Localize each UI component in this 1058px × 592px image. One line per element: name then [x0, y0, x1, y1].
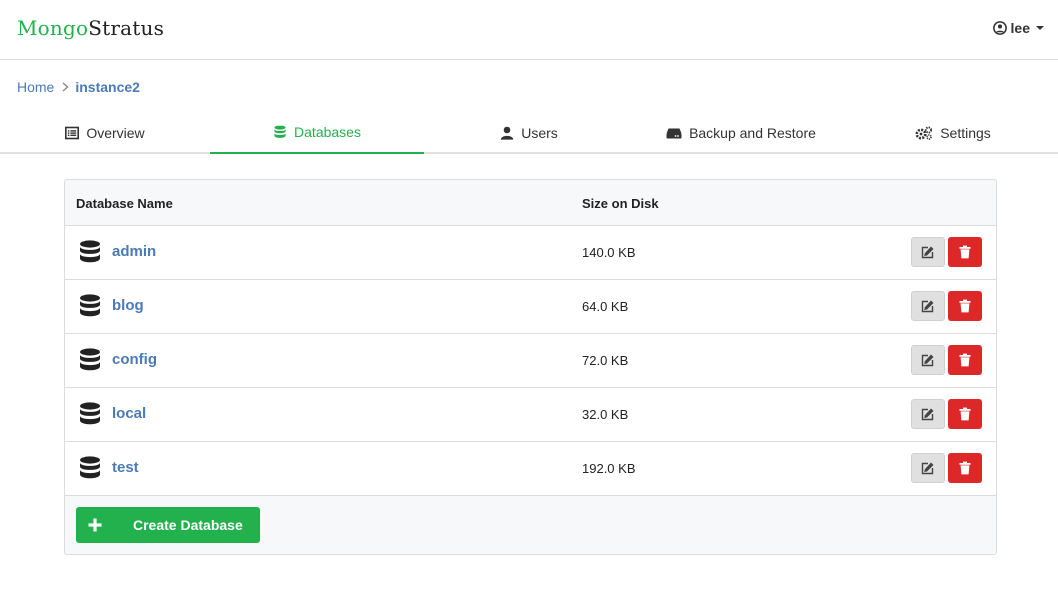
database-icon: [80, 348, 100, 371]
tab-settings-label: Settings: [940, 125, 991, 141]
database-size: 192.0 KB: [582, 461, 636, 476]
database-name-link[interactable]: admin: [112, 243, 156, 260]
chevron-down-icon: [1036, 26, 1044, 30]
create-database-label: Create Database: [133, 517, 243, 533]
user-name: lee: [1010, 20, 1030, 36]
table-row: test 192.0 KB: [65, 442, 996, 496]
gears-icon: [915, 126, 933, 140]
user-circle-icon: [992, 21, 1007, 35]
breadcrumb-current: instance2: [75, 79, 140, 95]
app-logo[interactable]: MongoStratus: [17, 16, 164, 40]
user-menu[interactable]: lee: [992, 20, 1044, 36]
delete-button[interactable]: [948, 345, 982, 375]
breadcrumb-home-link[interactable]: Home: [17, 79, 54, 95]
breadcrumb: Home instance2: [17, 79, 140, 95]
table-header: Database Name Size on Disk: [65, 180, 996, 226]
database-size: 72.0 KB: [582, 353, 629, 368]
tab-overview-label: Overview: [86, 125, 145, 141]
tab-bar: Overview Databases Users Backup and Rest…: [0, 112, 1058, 154]
trash-icon: [959, 245, 971, 259]
edit-button[interactable]: [911, 399, 945, 429]
tab-users-label: Users: [521, 125, 558, 141]
edit-icon: [921, 300, 934, 313]
delete-button[interactable]: [948, 291, 982, 321]
edit-icon: [921, 354, 934, 367]
trash-icon: [959, 407, 971, 421]
plus-icon: [76, 507, 114, 543]
edit-icon: [921, 462, 934, 475]
top-navbar: MongoStratus lee: [0, 0, 1058, 60]
database-size: 140.0 KB: [582, 245, 636, 260]
logo-part-mongo: Mongo: [17, 16, 89, 40]
database-table-panel: Database Name Size on Disk admin 140.0 K…: [64, 179, 997, 555]
tab-users[interactable]: Users: [424, 112, 634, 154]
database-icon: [80, 240, 100, 263]
tab-settings[interactable]: Settings: [848, 112, 1058, 154]
trash-icon: [959, 353, 971, 367]
edit-icon: [921, 246, 934, 259]
database-size: 64.0 KB: [582, 299, 629, 314]
table-row: admin 140.0 KB: [65, 226, 996, 280]
hdd-icon: [666, 128, 682, 139]
database-icon: [80, 456, 100, 479]
tab-overview[interactable]: Overview: [0, 112, 210, 154]
table-row: local 32.0 KB: [65, 388, 996, 442]
tab-databases[interactable]: Databases: [210, 112, 424, 154]
database-name-link[interactable]: config: [112, 351, 157, 368]
edit-button[interactable]: [911, 291, 945, 321]
edit-button[interactable]: [911, 453, 945, 483]
tab-backup-restore[interactable]: Backup and Restore: [634, 112, 848, 154]
database-icon: [80, 402, 100, 425]
edit-icon: [921, 408, 934, 421]
column-header-name: Database Name: [76, 196, 173, 211]
delete-button[interactable]: [948, 399, 982, 429]
table-row: config 72.0 KB: [65, 334, 996, 388]
database-size: 32.0 KB: [582, 407, 629, 422]
trash-icon: [959, 461, 971, 475]
user-icon: [501, 126, 514, 140]
database-name-link[interactable]: blog: [112, 297, 144, 314]
database-icon: [274, 125, 286, 138]
create-database-button[interactable]: Create Database: [76, 507, 260, 543]
delete-button[interactable]: [948, 453, 982, 483]
table-row: blog 64.0 KB: [65, 280, 996, 334]
logo-part-stratus: Stratus: [88, 16, 165, 40]
database-icon: [80, 294, 100, 317]
list-icon: [65, 126, 80, 140]
database-name-link[interactable]: local: [112, 405, 146, 422]
database-name-link[interactable]: test: [112, 459, 139, 476]
chevron-right-icon: [62, 82, 69, 92]
delete-button[interactable]: [948, 237, 982, 267]
edit-button[interactable]: [911, 345, 945, 375]
tab-backup-restore-label: Backup and Restore: [689, 125, 816, 141]
column-header-size: Size on Disk: [582, 196, 659, 211]
trash-icon: [959, 299, 971, 313]
tab-databases-label: Databases: [294, 124, 361, 140]
edit-button[interactable]: [911, 237, 945, 267]
